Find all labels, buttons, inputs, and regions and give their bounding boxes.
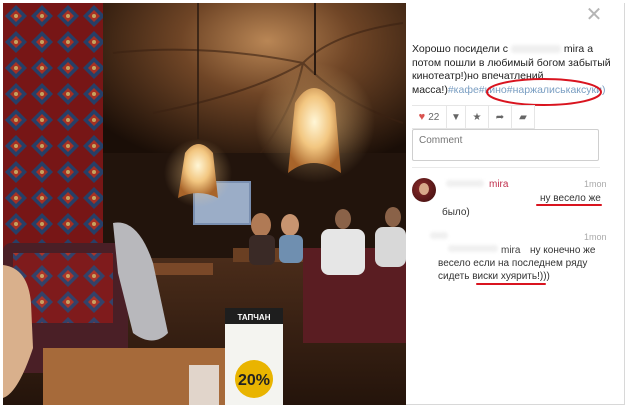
annotation-circle [486, 78, 602, 106]
action-bar: ♥ 22 ▼ ★ ➦ ▰ [412, 105, 535, 129]
speech-bubble-icon[interactable]: ▰ [512, 106, 535, 128]
divider [412, 167, 600, 168]
caption-prefix: Хорошо посидели с [412, 43, 509, 55]
share-arrow-icon[interactable]: ➦ [489, 106, 512, 128]
blurred-username [510, 45, 561, 54]
star-icon[interactable]: ★ [466, 106, 489, 128]
chevron-down-icon[interactable]: ▼ [447, 106, 466, 128]
comment-username[interactable]: mira [489, 178, 508, 191]
comment-text: ну конечно же весело если на последнем р… [438, 245, 596, 282]
post-photo: ТАПЧАН 20% [3, 3, 406, 405]
comment-time: 1mon [584, 179, 607, 189]
avatar[interactable] [412, 178, 436, 202]
comment-text-continued: было) [442, 207, 470, 218]
sign-percent-text: 20% [238, 372, 270, 389]
blurred-username [446, 180, 484, 187]
post-sidebar: ✕ Хорошо посидели с mira а потом пошли в… [406, 3, 625, 405]
annotation-underline [536, 204, 602, 206]
close-icon[interactable]: ✕ [584, 5, 604, 25]
annotation-underline [476, 283, 546, 285]
sign-brand-text: ТАПЧАН [238, 313, 271, 322]
comment-input[interactable] [412, 129, 599, 161]
like-button[interactable]: ♥ 22 [412, 106, 447, 128]
blurred-avatar [430, 232, 448, 239]
comment-time: 1mon [584, 232, 607, 242]
likes-count: 22 [428, 111, 440, 123]
caption-user[interactable]: mira [564, 43, 584, 55]
heart-icon: ♥ [418, 111, 426, 123]
post-viewer: ТАПЧАН 20% ✕ Хорошо посидели с mira а по… [0, 0, 628, 409]
restaurant-photo: ТАПЧАН 20% [3, 3, 406, 405]
